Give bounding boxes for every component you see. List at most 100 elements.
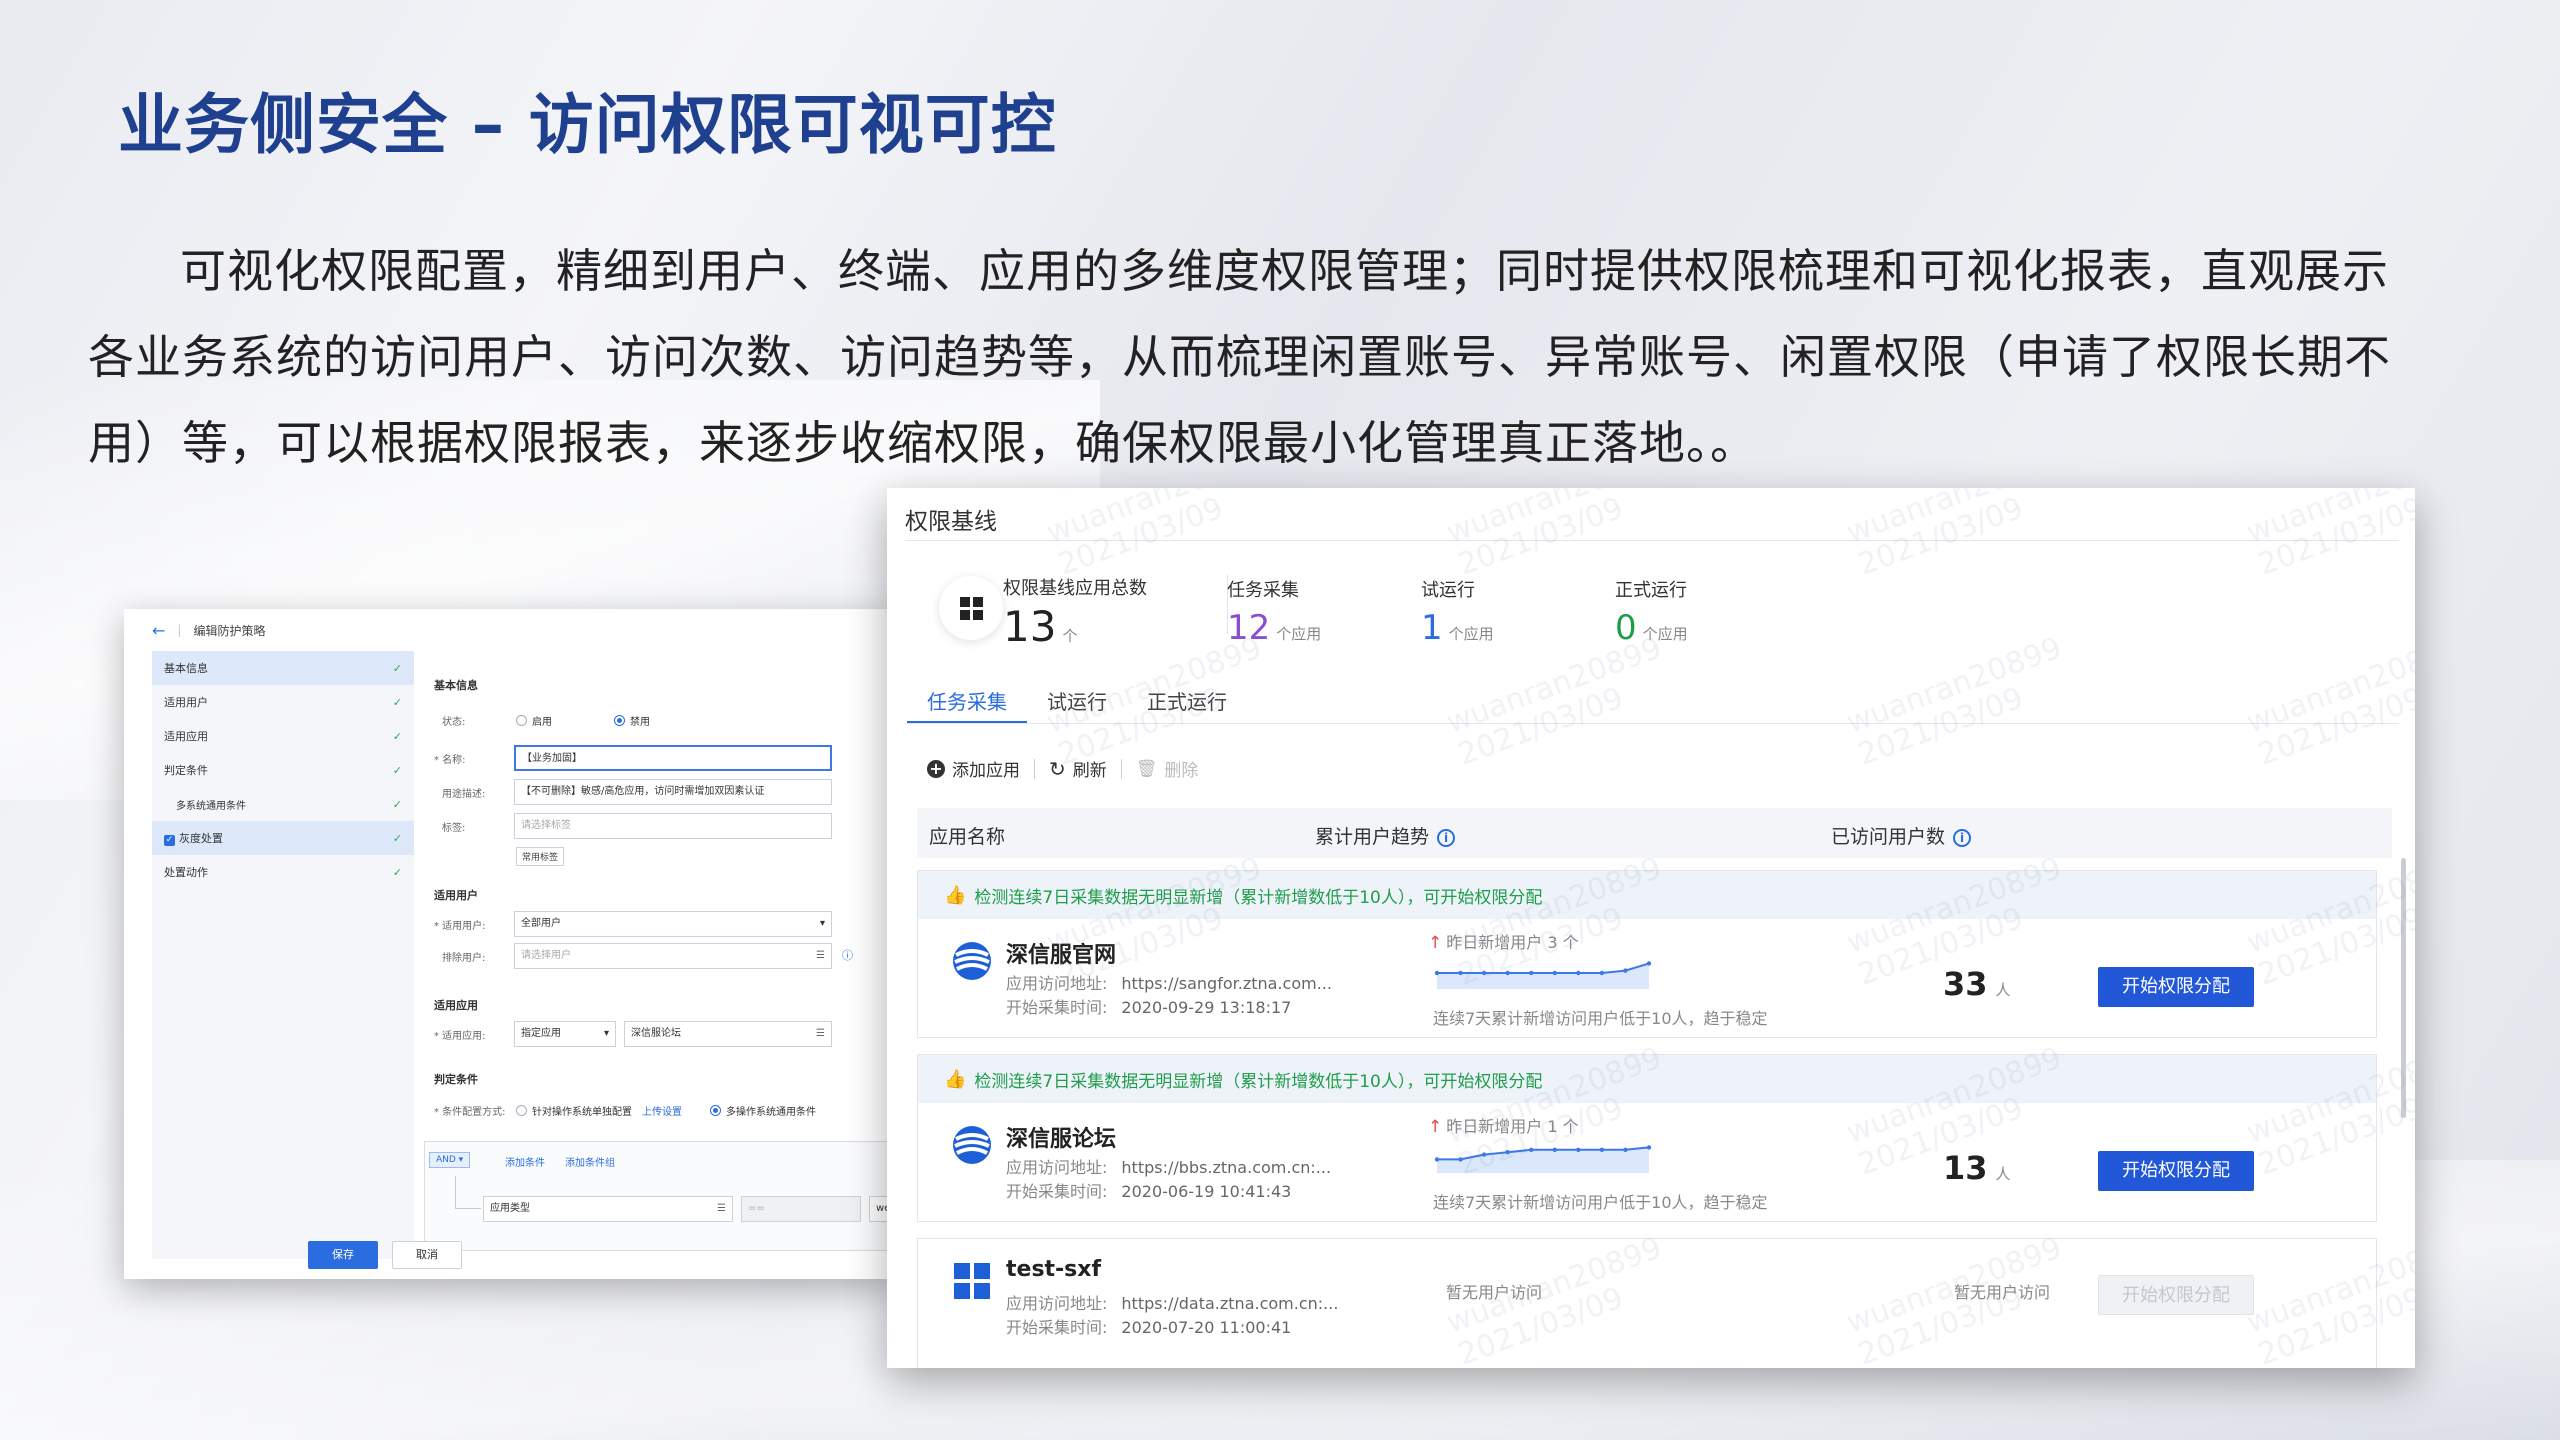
nav-label: 判定条件 bbox=[164, 764, 208, 777]
refresh-button[interactable]: ↻ 刷新 bbox=[1049, 756, 1107, 782]
tab-collect[interactable]: 任务采集 bbox=[907, 678, 1027, 724]
nav-label: 多系统通用条件 bbox=[176, 800, 246, 812]
check-icon: ✓ bbox=[392, 763, 402, 777]
table-row: 👍 检测连续7日采集数据无明显新增（累计新增数低于10人），可开始权限分配 深信服… bbox=[917, 1054, 2377, 1222]
stat-number: 0 bbox=[1615, 608, 1637, 648]
radio-selected-icon bbox=[710, 1105, 721, 1116]
condition-field-select[interactable]: 应用类型 ☰ bbox=[483, 1196, 733, 1222]
nav-item-common-conditions[interactable]: 多系统通用条件 ✓ bbox=[152, 787, 414, 821]
meta-value: 2020-06-19 10:41:43 bbox=[1121, 1182, 1292, 1201]
radio-icon bbox=[516, 1105, 527, 1116]
meta-value: https://data.ztna.com.cn:... bbox=[1121, 1294, 1339, 1313]
trend-sparkline bbox=[1434, 961, 1652, 989]
policy-editor-screenshot: ← | 编辑防护策略 基本信息 ✓ 适用用户 ✓ 适用应用 ✓ 判定条件 ✓ 多系统通用… bbox=[124, 609, 894, 1279]
windows-logo-icon bbox=[954, 1263, 990, 1299]
meta-label: 开始采集时间: bbox=[1006, 1182, 1108, 1201]
list-icon[interactable]: ☰ bbox=[816, 944, 825, 968]
app-name[interactable]: 深信服论坛 bbox=[1006, 1121, 1116, 1153]
and-operator-select[interactable]: AND ▾ bbox=[429, 1152, 471, 1168]
table-row: 👍 检测连续7日采集数据无明显新增（累计新增数低于10人），可开始权限分配 深信服… bbox=[917, 870, 2377, 1038]
add-condition-link[interactable]: 添加条件 bbox=[505, 1154, 545, 1169]
col-app-name: 应用名称 bbox=[929, 826, 1006, 848]
user-label: * 适用用户: bbox=[434, 921, 486, 932]
delete-label: 删除 bbox=[1164, 761, 1199, 781]
list-icon[interactable]: ☰ bbox=[816, 1022, 825, 1046]
mode-label: * 条件配置方式: bbox=[434, 1107, 506, 1118]
count-value: 13 bbox=[1943, 1149, 1988, 1187]
visited-count: 33 人 bbox=[1943, 965, 2011, 1003]
trend-text: 昨日新增用户 3 个 bbox=[1446, 933, 1579, 952]
start-assign-button[interactable]: 开始权限分配 bbox=[2098, 1151, 2254, 1191]
nav-item-users[interactable]: 适用用户 ✓ bbox=[152, 685, 414, 719]
meta-label: 应用访问地址: bbox=[1006, 1158, 1108, 1177]
tab-trial[interactable]: 试运行 bbox=[1027, 678, 1127, 724]
table-scrollbar[interactable] bbox=[2401, 858, 2406, 1118]
status-enable-radio[interactable]: 启用 bbox=[516, 713, 552, 728]
app-select[interactable]: 深信服论坛 ☰ bbox=[624, 1021, 832, 1047]
app-name[interactable]: 深信服官网 bbox=[1006, 937, 1116, 969]
tab-formal[interactable]: 正式运行 bbox=[1127, 678, 1247, 724]
status-label: 状态: bbox=[442, 717, 466, 728]
nav-item-conditions[interactable]: 判定条件 ✓ bbox=[152, 753, 414, 787]
refresh-label: 刷新 bbox=[1072, 761, 1107, 781]
delete-button[interactable]: 🗑 删除 bbox=[1136, 756, 1199, 782]
app-mode-select[interactable]: 指定应用 ▾ bbox=[514, 1021, 616, 1047]
editor-title: 编辑防护策略 bbox=[193, 623, 266, 638]
desc-input[interactable]: 【不可删除】敏感/高危应用，访问时需增加双因素认证 bbox=[514, 779, 832, 805]
exclude-input[interactable]: 请选择用户 ☰ bbox=[514, 943, 832, 969]
info-icon[interactable]: ⓘ bbox=[842, 947, 853, 963]
sparkline-point bbox=[1576, 970, 1581, 976]
editor-form: 基本信息 状态: 启用 禁用 * 名称: 【业务加固】 用途描述: 【不可删除】… bbox=[424, 651, 894, 1259]
slide-description: 可视化权限配置，精细到用户、终端、应用的多维度权限管理；同时提供权限梳理和可视化… bbox=[88, 244, 2391, 470]
add-app-button[interactable]: + 添加应用 bbox=[927, 756, 1020, 781]
name-label: * 名称: bbox=[434, 755, 466, 766]
save-button[interactable]: 保存 bbox=[308, 1241, 378, 1269]
cancel-button[interactable]: 取消 bbox=[392, 1241, 462, 1269]
section-users: 适用用户 bbox=[434, 889, 478, 902]
info-icon[interactable]: i bbox=[1953, 829, 1972, 847]
stat-collect-value: 12 个应用 bbox=[1227, 608, 1321, 648]
trend-text: 昨日新增用户 1 个 bbox=[1446, 1117, 1579, 1136]
nav-item-gray[interactable]: ✓ 灰度处置 ✓ bbox=[152, 821, 414, 855]
tag-input[interactable]: 请选择标签 bbox=[514, 813, 832, 839]
status-disable-radio[interactable]: 禁用 bbox=[614, 713, 650, 728]
upload-settings-link[interactable]: 上传设置 bbox=[642, 1103, 682, 1118]
app-start-time: 开始采集时间: 2020-07-20 11:00:41 bbox=[1006, 1315, 1291, 1341]
radio-label: 针对操作系统单独配置 bbox=[532, 1107, 632, 1118]
common-tags-button[interactable]: 常用标签 bbox=[516, 847, 565, 866]
stat-formal-label: 正式运行 bbox=[1615, 580, 1687, 601]
sangfor-logo-icon bbox=[953, 942, 991, 980]
sparkline-point bbox=[1552, 970, 1557, 976]
arrow-left-icon[interactable]: ← bbox=[152, 621, 165, 640]
baseline-tabs: 任务采集 试运行 正式运行 bbox=[907, 678, 1247, 724]
app-name[interactable]: test-sxf bbox=[1006, 1257, 1101, 1282]
arrow-up-icon: ↑ bbox=[1428, 933, 1443, 953]
caret-down-icon: ▾ bbox=[603, 1028, 609, 1039]
condition-op-select[interactable]: == bbox=[741, 1196, 861, 1222]
name-input[interactable]: 【业务加固】 bbox=[514, 745, 832, 771]
count-unit: 人 bbox=[1995, 1165, 2011, 1183]
user-select[interactable]: 全部用户 ▾ bbox=[514, 911, 832, 937]
info-icon[interactable]: i bbox=[1437, 829, 1456, 847]
radio-label: 启用 bbox=[532, 717, 552, 728]
nav-label: 灰度处置 bbox=[179, 832, 223, 845]
sparkline-point bbox=[1623, 968, 1628, 973]
add-condition-group-link[interactable]: 添加条件组 bbox=[565, 1154, 615, 1169]
radio-label: 多操作系统通用条件 bbox=[726, 1107, 816, 1118]
editor-header: ← | 编辑防护策略 bbox=[152, 620, 266, 640]
count-unit: 人 bbox=[1995, 981, 2011, 999]
col-visited-users: 已访问用户数 i bbox=[1831, 822, 1972, 849]
start-assign-button[interactable]: 开始权限分配 bbox=[2098, 967, 2254, 1007]
nav-item-actions[interactable]: 处置动作 ✓ bbox=[152, 855, 414, 889]
editor-side-nav: 基本信息 ✓ 适用用户 ✓ 适用应用 ✓ 判定条件 ✓ 多系统通用条件 ✓ ✓ 灰度处置 ✓ … bbox=[152, 651, 414, 1259]
nav-item-apps[interactable]: 适用应用 ✓ bbox=[152, 719, 414, 753]
trend-empty: 暂无用户访问 bbox=[1446, 1283, 1543, 1302]
per-os-radio[interactable]: 针对操作系统单独配置 bbox=[516, 1103, 632, 1118]
section-apps: 适用应用 bbox=[434, 999, 478, 1012]
sparkline-point bbox=[1529, 970, 1534, 976]
caret-down-icon: ▾ bbox=[819, 918, 825, 929]
checkbox-icon[interactable]: ✓ bbox=[164, 835, 175, 846]
multi-os-radio[interactable]: 多操作系统通用条件 bbox=[710, 1103, 816, 1118]
nav-item-basic[interactable]: 基本信息 ✓ bbox=[152, 651, 414, 685]
start-assign-button-disabled[interactable]: 开始权限分配 bbox=[2098, 1275, 2254, 1315]
